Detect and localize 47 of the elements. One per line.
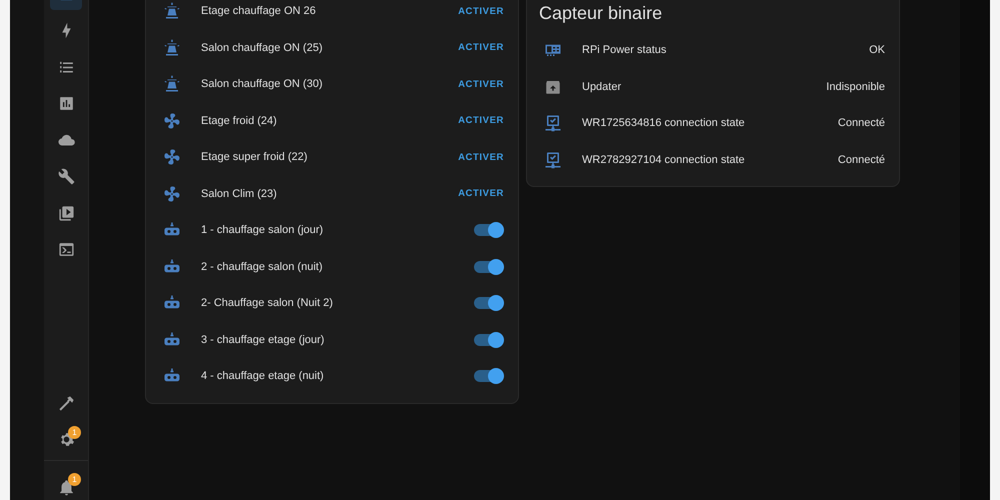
- fan-icon: [163, 148, 181, 166]
- entity-name: Salon chauffage ON (30): [201, 78, 324, 90]
- entity-name: Etage froid (24): [201, 114, 278, 127]
- entity-state: Indisponible: [826, 80, 885, 93]
- entity-name: 2- Chauffage salon (Nuit 2): [201, 297, 334, 310]
- fan-icon: [163, 112, 181, 130]
- notification-count: 1: [68, 426, 81, 438]
- entity-name: RPi Power status: [582, 44, 668, 56]
- hammer-icon: [58, 394, 74, 412]
- activate-button[interactable]: ACTIVER: [458, 113, 504, 128]
- fan-icon: [163, 184, 181, 203]
- activate-button[interactable]: ACTIVER: [458, 4, 504, 19]
- toggle-switch[interactable]: [474, 297, 502, 310]
- entity-name: Etage super froid (22): [201, 151, 308, 164]
- entity-name: 3 - chauffage etage (jour): [201, 334, 326, 346]
- entity-name: Etage chauffage ON 26: [201, 5, 317, 18]
- toggle-switch[interactable]: [474, 224, 502, 236]
- activate-button[interactable]: ACTIVER: [458, 40, 504, 56]
- entity-name: Salon Clim (23): [201, 188, 278, 200]
- bell-icon: [58, 478, 74, 496]
- siren-icon: [163, 38, 181, 57]
- activate-button[interactable]: ACTIVER: [458, 186, 504, 202]
- network-icon: [544, 114, 562, 132]
- entity-name: Salon chauffage ON (25): [201, 42, 324, 54]
- notification-count: 1: [68, 473, 81, 486]
- siren-icon: [163, 2, 181, 20]
- entity-name: 1 - chauffage salon (jour): [201, 224, 324, 236]
- entity-state: OK: [869, 44, 885, 56]
- toggle-switch[interactable]: [474, 370, 502, 382]
- activate-button[interactable]: ACTIVER: [458, 150, 504, 165]
- entity-state: Connecté: [838, 117, 885, 130]
- entity-name: 2 - chauffage salon (nuit): [201, 260, 324, 273]
- entity-name: 4 - chauffage etage (nuit): [201, 370, 325, 382]
- toggle-switch[interactable]: [474, 334, 502, 346]
- wrench-icon: [58, 168, 74, 185]
- entity-state: Connecté: [838, 154, 885, 166]
- chart-icon: [58, 95, 74, 112]
- card-title: Capteur binaire: [538, 2, 664, 25]
- terminal-icon: [58, 241, 74, 258]
- network-icon: [544, 150, 562, 169]
- toggle-switch[interactable]: [474, 260, 502, 273]
- activate-button[interactable]: ACTIVER: [458, 76, 504, 92]
- media-icon: [58, 204, 74, 222]
- entity-name: Updater: [582, 80, 622, 93]
- entity-name: WR2782927104 connection state: [582, 154, 746, 166]
- siren-icon: [163, 75, 181, 94]
- entity-name: WR1725634816 connection state: [582, 117, 746, 130]
